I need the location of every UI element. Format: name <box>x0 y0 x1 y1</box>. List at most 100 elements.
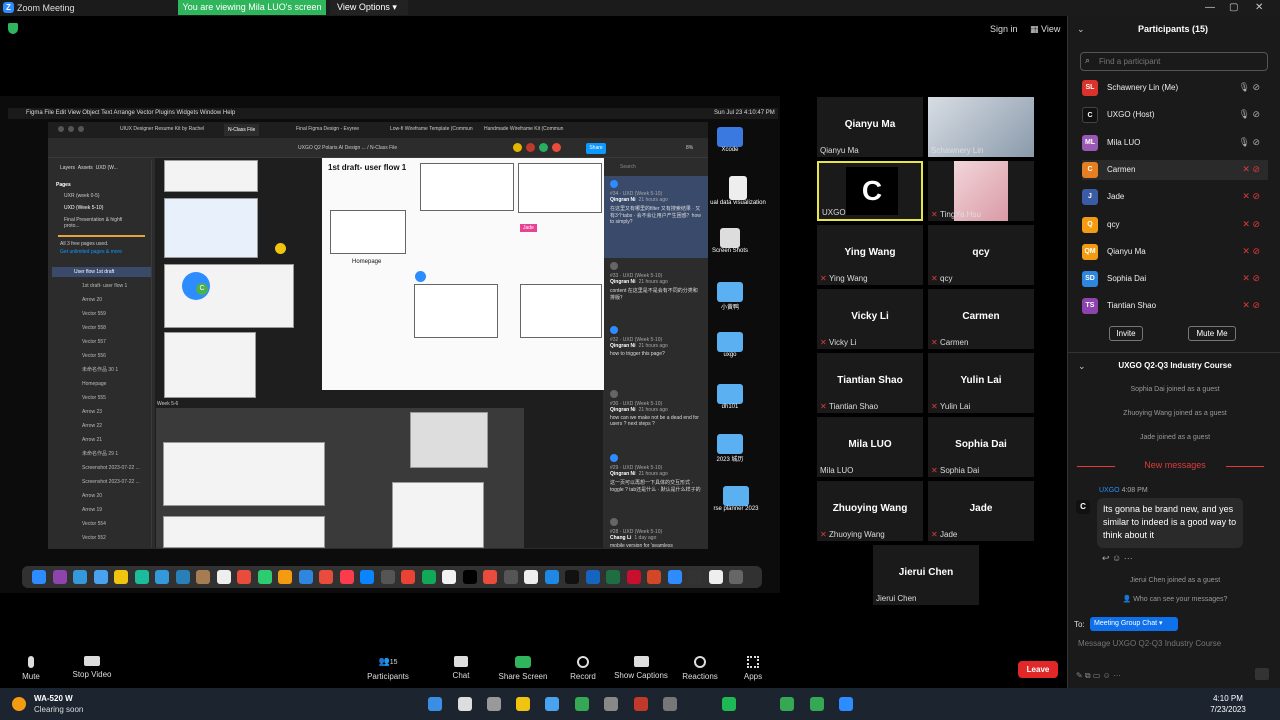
dock-app-icon[interactable] <box>360 570 374 584</box>
taskbar-app-icon[interactable] <box>780 697 794 711</box>
desktop-icon-xcode[interactable]: Xcode <box>708 127 752 153</box>
dock-app-icon[interactable] <box>565 570 579 584</box>
participant-tile[interactable]: Tiantian Shao ✕ Tiantian Shao <box>817 353 923 413</box>
taskbar-app-icon[interactable] <box>810 697 824 711</box>
figma-tab[interactable]: UIUX Designer Resume Kit by Rachel <box>120 126 204 132</box>
layer-item[interactable]: Screenshot 2023-07-22 ... <box>52 477 151 487</box>
mute-me-button[interactable]: Mute Me <box>1188 326 1236 341</box>
dock-app-icon[interactable] <box>73 570 87 584</box>
dock-app-icon[interactable] <box>32 570 46 584</box>
taskbar-app-icon[interactable] <box>604 697 618 711</box>
dock-app-icon[interactable] <box>421 570 436 584</box>
participant-tile[interactable]: Sophia Dai ✕ Sophia Dai <box>928 417 1034 477</box>
participant-row[interactable]: J Jade ✕ ⊘ <box>1082 187 1268 207</box>
chat-formatting-icons[interactable]: ✎ ⧉ ▭ ☺ ··· <box>1076 671 1121 681</box>
dock-app-icon[interactable] <box>114 570 128 584</box>
dock-app-icon[interactable] <box>688 570 702 584</box>
desktop-folder[interactable]: 2023 城历 <box>708 434 752 463</box>
layer-item[interactable]: 未命名作品 29 1 <box>52 449 151 459</box>
dock-app-icon[interactable] <box>155 570 169 584</box>
layer-item[interactable]: Vector 555 <box>52 393 151 403</box>
layer-item[interactable]: 1st draft- user flow 1 <box>52 281 151 291</box>
invite-button[interactable]: Invite <box>1109 326 1143 341</box>
dock-app-icon[interactable] <box>257 570 272 584</box>
participant-tile[interactable]: Schawnery Lin <box>928 97 1034 157</box>
participant-tile[interactable]: Yulin Lai ✕ Yulin Lai <box>928 353 1034 413</box>
dock-app-icon[interactable] <box>606 570 620 584</box>
recipient-select[interactable]: Meeting Group Chat ▾ <box>1090 617 1178 631</box>
layer-item[interactable]: Vector 556 <box>52 351 151 361</box>
layer-item[interactable]: Arrow 20 <box>52 295 151 305</box>
dock-app-icon[interactable] <box>93 570 108 584</box>
dock-app-icon[interactable] <box>52 570 67 584</box>
participant-row[interactable]: QM Qianyu Ma ✕ ⊘ <box>1082 242 1268 262</box>
weather-title[interactable]: WA-520 W <box>34 694 73 703</box>
dock-app-icon[interactable] <box>319 570 333 584</box>
layer-item[interactable]: User flow 1st draft <box>52 267 151 277</box>
comment-card[interactable]: #29 · UXD (Week 5-10) Qingran Ni 21 hours … <box>604 450 708 514</box>
layer-item[interactable]: Screenshot 2023-07-22 ... <box>52 463 151 473</box>
layer-item[interactable]: Vector 559 <box>52 309 151 319</box>
participant-row[interactable]: SL Schawnery Lin (Me) 🎙 ⊘ <box>1082 78 1268 98</box>
dock-app-icon[interactable] <box>442 570 456 584</box>
figma-left-tabs[interactable]: Layers Assets UXD (W... <box>52 160 151 176</box>
close-icon[interactable]: ✕ <box>1255 2 1263 13</box>
taskbar-app-icon[interactable] <box>575 697 589 711</box>
comment-search[interactable]: Search <box>604 158 708 176</box>
participant-tile[interactable]: Qianyu Ma Qianyu Ma <box>817 97 923 157</box>
desktop-folder[interactable]: rse planner 2023 <box>700 486 772 512</box>
sign-in-link[interactable]: Sign in <box>990 24 1018 34</box>
page-item[interactable]: UXR (week 0-5) <box>52 190 151 202</box>
layer-item[interactable]: Arrow 22 <box>52 421 151 431</box>
participant-tile[interactable]: Mila LUO Mila LUO <box>817 417 923 477</box>
dock-app-icon[interactable] <box>380 570 395 584</box>
dock-app-icon[interactable] <box>647 570 661 584</box>
dock-app-icon[interactable] <box>298 570 313 584</box>
dock-app-icon[interactable] <box>729 570 743 584</box>
find-participant-input[interactable] <box>1080 52 1268 71</box>
layer-item[interactable]: Vector 558 <box>52 323 151 333</box>
leave-button[interactable]: Leave <box>1018 661 1058 678</box>
layer-item[interactable]: Arrow 20 <box>52 491 151 501</box>
participant-tile[interactable]: C UXGO <box>817 161 923 221</box>
desktop-folder[interactable]: uxgo <box>708 332 752 358</box>
participant-tile[interactable]: qcy ✕ qcy <box>928 225 1034 285</box>
layer-item[interactable]: Vector 554 <box>52 519 151 529</box>
layer-item[interactable]: 未命名作品 30 1 <box>52 365 151 375</box>
layer-item[interactable]: Arrow 21 <box>52 435 151 445</box>
chat-message-bubble[interactable]: Its gonna be brand new, and yes similar … <box>1097 498 1243 548</box>
security-shield-icon[interactable] <box>8 23 18 34</box>
dock-app-icon[interactable] <box>196 570 210 584</box>
taskbar-app-icon[interactable] <box>634 697 648 711</box>
participant-row[interactable]: Qqcy ✕ ⊘ <box>1082 215 1268 235</box>
layer-item[interactable]: Homepage <box>52 379 151 389</box>
participant-tile[interactable]: Vicky Li ✕ Vicky Li <box>817 289 923 349</box>
dock-app-icon[interactable] <box>278 570 292 584</box>
message-reactions[interactable]: ↩ ☺ ··· <box>1102 553 1133 564</box>
desktop-icon-file[interactable]: ual data visualization <box>702 176 774 206</box>
layer-item[interactable]: Vector 552 <box>52 533 151 543</box>
figma-zoom[interactable]: 8% <box>686 145 693 151</box>
desktop-icon-screenshots[interactable]: Screen Shots <box>704 228 756 254</box>
comment-card[interactable]: #30 · UXD (Week 5-10) Qingran Ni 21 hours … <box>604 386 708 450</box>
desktop-folder[interactable]: dh101 <box>708 384 752 410</box>
page-item[interactable]: Final Presentation & highfi proto... <box>52 214 151 232</box>
figma-share-button[interactable]: Share <box>586 143 606 154</box>
participant-tile[interactable]: Jade ✕ Jade <box>928 481 1034 541</box>
send-icon[interactable] <box>1255 668 1269 680</box>
figma-tab[interactable]: Low-fi Wireframe Template (Commun <box>390 126 473 132</box>
dock-app-icon[interactable] <box>626 570 641 584</box>
stop-video-button[interactable]: Stop Video <box>57 656 127 679</box>
comment-card[interactable]: #32 · UXD (Week 5-10) Qingran Ni 21 hours … <box>604 322 708 386</box>
participant-tile[interactable]: Jierui Chen Jierui Chen <box>873 545 979 605</box>
minimize-icon[interactable]: — <box>1205 2 1215 13</box>
dock-app-icon[interactable] <box>667 570 682 584</box>
taskbar-app-icon[interactable] <box>545 697 559 711</box>
figma-tab-active[interactable]: N-Class File <box>224 124 260 136</box>
weather-icon[interactable] <box>12 697 26 711</box>
participant-tile[interactable]: Zhuoying Wang ✕ Zhuoying Wang <box>817 481 923 541</box>
dock-app-icon[interactable] <box>503 570 518 584</box>
windows-start-icon[interactable] <box>428 697 442 711</box>
participant-tile[interactable]: Ying Wang ✕ Ying Wang <box>817 225 923 285</box>
dock-app-icon[interactable] <box>339 570 354 584</box>
